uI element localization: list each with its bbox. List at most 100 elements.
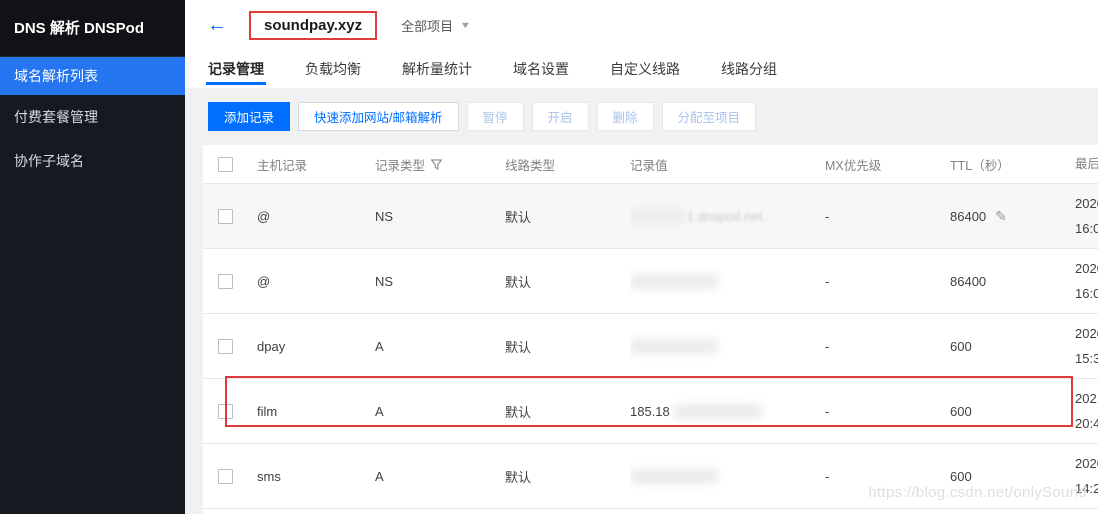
redacted-blur — [630, 274, 718, 289]
ttl-value: 600 — [950, 404, 972, 419]
cell-type: NS — [375, 249, 505, 313]
cell-ttl: 86400 ✎ — [950, 184, 1075, 248]
sidebar-item-label: 协作子域名 — [14, 153, 84, 169]
quick-add-button[interactable]: 快速添加网站/邮箱解析 — [298, 102, 458, 131]
sidebar-item-collab-subdomains[interactable]: 协作子域名 — [0, 139, 185, 183]
cell-ttl: 600 ✎ — [950, 379, 1075, 443]
tab-load-balancing[interactable]: 负载均衡 — [305, 50, 361, 88]
ttl-value: 600 — [950, 469, 972, 484]
cell-host: sms — [257, 444, 375, 508]
cell-value: 1.dnspod.net. — [630, 184, 825, 248]
header-line: 线路类型 — [505, 145, 630, 183]
table-body: @ NS 默认 1.dnspod.net. - 86400 ✎ 2020 16:… — [203, 183, 1098, 508]
table-row: dpay A 默认 - 600 ✎ 2020 15:3 — [203, 313, 1098, 378]
cell-ttl: 600 ✎ — [950, 314, 1075, 378]
sidebar-item-label: 付费套餐管理 — [14, 109, 98, 125]
header-type: 记录类型 — [375, 145, 505, 183]
cell-value — [630, 314, 825, 378]
cell-type: A — [375, 314, 505, 378]
app-title: DNS 解析 DNSPod — [0, 0, 185, 57]
tab-custom-lines[interactable]: 自定义线路 — [610, 50, 680, 88]
cell-type: NS — [375, 184, 505, 248]
cell-value: 185.18 — [630, 379, 825, 443]
project-filter-label: 全部项目 — [401, 16, 453, 35]
cell-line: 默认 — [505, 379, 630, 443]
row-checkbox[interactable] — [218, 339, 233, 354]
records-table: 主机记录 记录类型 线路类型 记录值 MX优先级 TTL（秒） 最后 @ NS … — [203, 145, 1098, 514]
cell-host: film — [257, 379, 375, 443]
record-value-ghost: 1.dnspod.net. — [687, 209, 766, 224]
filter-funnel-icon[interactable] — [431, 159, 442, 170]
sidebar-item-paid-plans[interactable]: 付费套餐管理 — [0, 95, 185, 139]
back-arrow-icon[interactable]: ← — [207, 15, 227, 35]
ttl-value: 86400 — [950, 274, 986, 289]
cell-value — [630, 249, 825, 313]
add-record-button[interactable]: 添加记录 — [208, 102, 290, 131]
tab-bar: 记录管理 负载均衡 解析量统计 域名设置 自定义线路 线路分组 — [185, 50, 1098, 88]
cell-line: 默认 — [505, 314, 630, 378]
sidebar-item-domain-list[interactable]: 域名解析列表 — [0, 57, 185, 95]
header-last-op: 最后 — [1075, 145, 1098, 183]
row-checkbox[interactable] — [218, 469, 233, 484]
pause-button[interactable]: 暂停 — [467, 102, 524, 131]
watermark-text: https://blog.csdn.net/onlySound — [868, 484, 1087, 501]
last-op-time: 20:4 — [1075, 411, 1098, 436]
domain-name: soundpay.xyz — [249, 11, 377, 40]
last-op-date: 2020 — [1075, 451, 1098, 476]
ttl-value: 600 — [950, 339, 972, 354]
row-checkbox[interactable] — [218, 209, 233, 224]
row-checkbox[interactable] — [218, 274, 233, 289]
table-row: film A 默认 185.18 - 600 ✎ 2021 20:4 — [203, 378, 1098, 443]
cell-type: A — [375, 379, 505, 443]
last-op-time: 16:0 — [1075, 216, 1098, 241]
redacted-blur — [674, 404, 762, 419]
edit-pencil-icon[interactable]: ✎ — [995, 208, 1007, 225]
chevron-down-icon: ▼ — [460, 20, 472, 30]
tab-domain-settings[interactable]: 域名设置 — [513, 50, 569, 88]
partial-next-row — [203, 508, 1098, 514]
select-all-checkbox[interactable] — [218, 157, 233, 172]
main-area: ← soundpay.xyz 全部项目 ▼ 记录管理 负载均衡 解析量统计 域名… — [185, 0, 1098, 514]
last-op-date: 2021 — [1075, 386, 1098, 411]
cell-last-op: 2020 16:0 — [1075, 249, 1098, 313]
header-mx: MX优先级 — [825, 145, 950, 183]
tab-record-management[interactable]: 记录管理 — [208, 50, 264, 88]
cell-host: @ — [257, 249, 375, 313]
table-header-row: 主机记录 记录类型 线路类型 记录值 MX优先级 TTL（秒） 最后 — [203, 145, 1098, 183]
header-host: 主机记录 — [257, 145, 375, 183]
cell-mx: - — [825, 314, 950, 378]
tab-resolution-stats[interactable]: 解析量统计 — [402, 50, 472, 88]
cell-last-op: 2020 15:3 — [1075, 314, 1098, 378]
cell-line: 默认 — [505, 184, 630, 248]
cell-line: 默认 — [505, 444, 630, 508]
cell-ttl: 86400 ✎ — [950, 249, 1075, 313]
cell-mx: - — [825, 184, 950, 248]
toolbar: 添加记录 快速添加网站/邮箱解析 暂停 开启 删除 分配至项目 — [208, 102, 1098, 131]
row-checkbox[interactable] — [218, 404, 233, 419]
header-ttl: TTL（秒） — [950, 145, 1075, 183]
last-op-time: 15:3 — [1075, 346, 1098, 371]
cell-line: 默认 — [505, 249, 630, 313]
cell-last-op: 2021 20:4 — [1075, 379, 1098, 443]
cell-type: A — [375, 444, 505, 508]
content-area: 添加记录 快速添加网站/邮箱解析 暂停 开启 删除 分配至项目 主机记录 记录类… — [185, 88, 1098, 514]
sidebar-item-label: 域名解析列表 — [14, 68, 98, 84]
assign-project-button[interactable]: 分配至项目 — [662, 102, 757, 131]
last-op-date: 2020 — [1075, 256, 1098, 281]
sidebar: DNS 解析 DNSPod 域名解析列表 付费套餐管理 协作子域名 — [0, 0, 185, 514]
cell-host: dpay — [257, 314, 375, 378]
topbar: ← soundpay.xyz 全部项目 ▼ — [185, 0, 1098, 50]
cell-mx: - — [825, 379, 950, 443]
redacted-blur — [630, 339, 718, 354]
enable-button[interactable]: 开启 — [532, 102, 589, 131]
cell-last-op: 2020 16:0 — [1075, 184, 1098, 248]
cell-mx: - — [825, 249, 950, 313]
last-op-time: 16:0 — [1075, 281, 1098, 306]
delete-button[interactable]: 删除 — [597, 102, 654, 131]
project-filter-dropdown[interactable]: 全部项目 ▼ — [401, 16, 470, 35]
record-value-visible: 185.18 — [630, 404, 670, 419]
redacted-blur — [630, 209, 685, 224]
tab-line-groups[interactable]: 线路分组 — [721, 50, 777, 88]
table-row: @ NS 默认 1.dnspod.net. - 86400 ✎ 2020 16:… — [203, 183, 1098, 248]
redacted-blur — [630, 469, 718, 484]
